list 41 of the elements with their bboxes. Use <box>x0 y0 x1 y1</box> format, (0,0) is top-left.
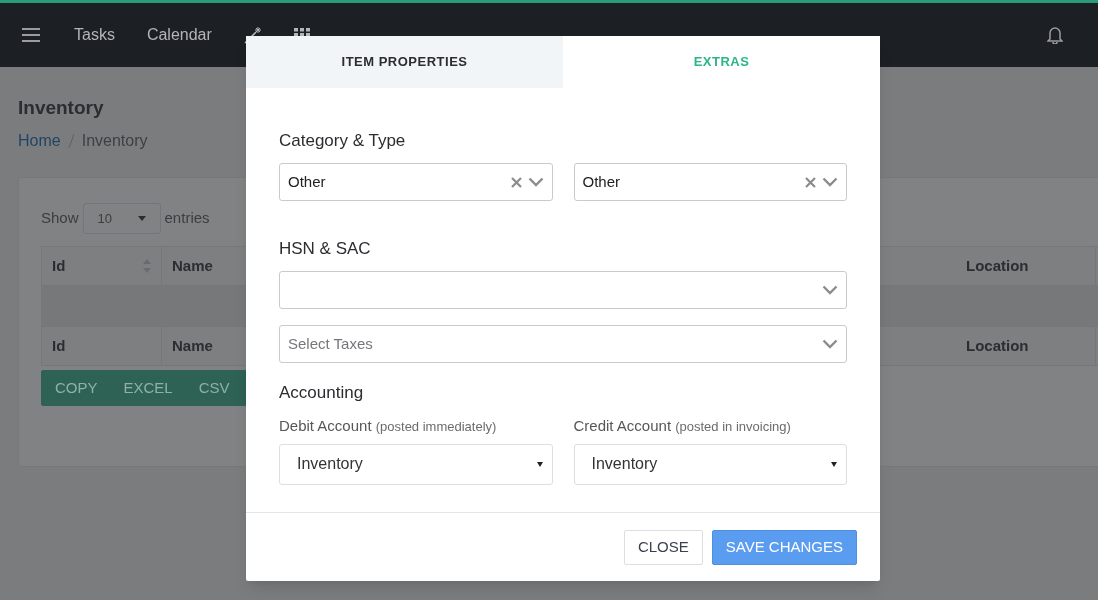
save-button[interactable]: SAVE CHANGES <box>711 529 857 565</box>
table-header-cell: Location <box>956 327 1096 365</box>
select-field[interactable] <box>279 271 847 309</box>
export-button[interactable]: EXCEL <box>123 376 173 400</box>
section-heading: HSN & SAC <box>279 239 372 259</box>
menu-icon[interactable] <box>22 28 40 42</box>
clear-icon <box>510 176 522 188</box>
select-field[interactable]: Other <box>279 163 553 201</box>
export-button[interactable]: COPY <box>55 376 98 400</box>
chevron-down-icon <box>822 339 838 349</box>
table-header-cell[interactable]: Id <box>42 247 162 285</box>
field-label: Debit Account (posted immediately) <box>279 416 498 436</box>
select-field[interactable]: Inventory <box>573 443 847 485</box>
page-title: Inventory <box>18 97 105 119</box>
nav-link[interactable]: Calendar <box>146 23 212 47</box>
breadcrumb-current: Inventory <box>81 131 148 151</box>
page-size-select[interactable]: 10 <box>82 203 161 234</box>
select-field[interactable]: Other <box>573 163 847 201</box>
bell-icon[interactable] <box>1047 26 1063 44</box>
table-header-cell[interactable]: Location <box>956 247 1096 285</box>
entries-label: entries <box>164 208 210 229</box>
select-field[interactable]: Inventory <box>279 443 553 485</box>
chevron-down-icon <box>527 177 544 187</box>
clear-icon <box>805 176 816 188</box>
dialog-tab[interactable]: EXTRAS <box>563 36 880 88</box>
dialog-tab[interactable]: ITEM PROPERTIES <box>246 36 563 88</box>
section-heading: Accounting <box>279 383 365 403</box>
section-heading: Category & Type <box>279 131 407 151</box>
nav-link[interactable]: Tasks <box>74 23 115 47</box>
dropdown-icon <box>831 461 837 467</box>
table-header-cell: Id <box>42 327 162 365</box>
dropdown-icon <box>536 461 543 467</box>
select-field[interactable]: Select Taxes <box>279 325 847 363</box>
show-label: Show <box>41 208 79 229</box>
export-button[interactable]: CSV <box>198 376 230 400</box>
breadcrumb-link[interactable]: Home <box>18 129 61 153</box>
field-label: Credit Account (posted in invoicing) <box>573 416 792 436</box>
chevron-down-icon <box>822 285 838 295</box>
chevron-down-icon <box>822 177 838 187</box>
close-button[interactable]: CLOSE <box>623 529 703 565</box>
dropdown-icon <box>137 216 146 221</box>
